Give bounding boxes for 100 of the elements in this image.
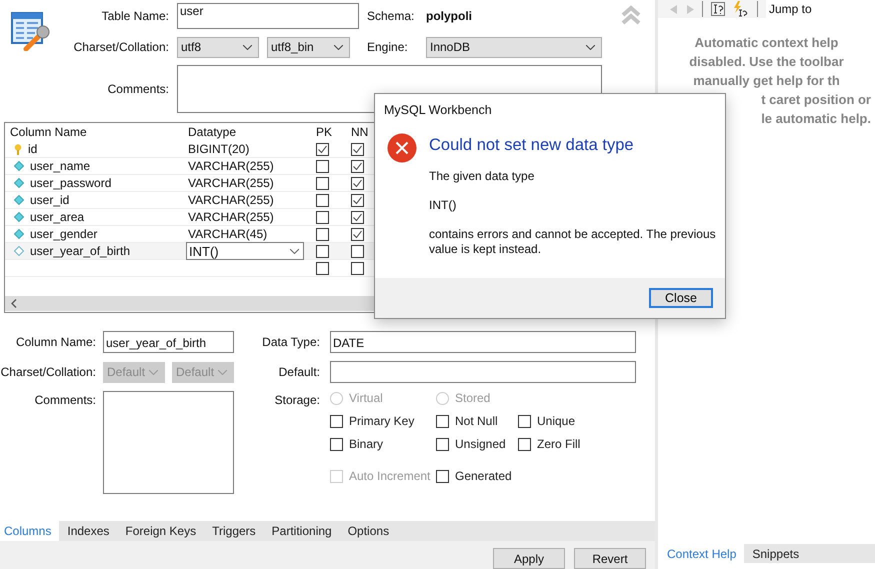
checkbox[interactable] bbox=[316, 176, 329, 190]
tab[interactable]: Foreign Keys bbox=[117, 521, 204, 541]
field-label: Schema: bbox=[367, 9, 416, 23]
checkbox[interactable] bbox=[351, 210, 364, 224]
checkbox[interactable] bbox=[351, 244, 364, 258]
dialog-heading: Could not set new data type bbox=[429, 136, 635, 155]
table-cell: VARCHAR(255) bbox=[188, 159, 274, 174]
schema-name: polypoli bbox=[426, 9, 473, 23]
tab[interactable]: Partitioning bbox=[264, 521, 340, 541]
button[interactable]: Apply bbox=[493, 548, 565, 569]
help-text: t caret position or bbox=[761, 91, 872, 109]
diamond-icon bbox=[14, 178, 24, 188]
field-label: Charset/Collation: bbox=[72, 40, 169, 54]
diamond-icon bbox=[14, 161, 24, 172]
caret-icon bbox=[290, 248, 299, 254]
field-label: Charset/Collation: bbox=[0, 365, 96, 380]
checkbox[interactable]: Unique bbox=[518, 414, 608, 428]
column-header: Column Name bbox=[9, 125, 88, 140]
caret-icon bbox=[218, 370, 227, 375]
checkbox[interactable]: Binary bbox=[330, 437, 436, 452]
collation-dropdown[interactable]: utf8_bin bbox=[267, 36, 350, 58]
checkbox[interactable] bbox=[351, 262, 364, 275]
scroll-left-icon[interactable] bbox=[11, 299, 17, 308]
charset-dropdown[interactable]: utf8 bbox=[177, 36, 259, 58]
field-label: Comments: bbox=[106, 82, 169, 96]
dialog-message: INT() bbox=[429, 198, 458, 213]
checkbox[interactable] bbox=[351, 160, 364, 173]
table-cell: VARCHAR(45) bbox=[188, 227, 268, 242]
table-cell: user_id bbox=[30, 193, 70, 208]
checkbox[interactable]: Not Null bbox=[436, 414, 518, 428]
field-label: Column Name: bbox=[14, 335, 96, 350]
error-icon bbox=[387, 133, 417, 163]
diamond-icon bbox=[14, 195, 24, 206]
help-icon[interactable] bbox=[711, 2, 725, 16]
checkbox[interactable]: Zero Fill bbox=[518, 437, 608, 452]
field-label: Storage: bbox=[274, 393, 320, 408]
caret-icon bbox=[243, 44, 252, 50]
caret-icon bbox=[149, 370, 158, 375]
table-cell: id bbox=[28, 142, 38, 156]
tab[interactable]: Triggers bbox=[204, 521, 264, 541]
checkbox[interactable]: Primary Key bbox=[330, 414, 436, 428]
dialog-title: MySQL Workbench bbox=[384, 103, 493, 117]
column-name-field[interactable]: user_year_of_birth bbox=[103, 331, 234, 354]
help-text: disabled. Use the toolbar bbox=[689, 53, 844, 71]
checkbox[interactable] bbox=[316, 244, 329, 258]
close-button[interactable]: Close bbox=[649, 288, 713, 308]
field-label: Default: bbox=[278, 365, 320, 380]
tab[interactable]: Options bbox=[340, 521, 398, 541]
caret-icon bbox=[334, 44, 343, 50]
help-text: le automatic help. bbox=[761, 110, 872, 128]
field-label: Comments: bbox=[34, 393, 96, 408]
diamond-icon bbox=[14, 212, 24, 222]
table-cell: VARCHAR(255) bbox=[188, 176, 274, 190]
column-header: NN bbox=[350, 125, 370, 140]
checkbox[interactable] bbox=[316, 228, 329, 241]
default-field[interactable] bbox=[330, 361, 636, 384]
table-cell: BIGINT(20) bbox=[188, 142, 250, 156]
table-name-field[interactable]: user bbox=[177, 3, 359, 29]
diamond-icon bbox=[14, 229, 24, 240]
checkbox[interactable] bbox=[316, 194, 329, 207]
field-label: Data Type: bbox=[261, 335, 320, 350]
checkbox[interactable]: Generated bbox=[436, 469, 518, 484]
comments-field[interactable] bbox=[103, 391, 234, 494]
checkbox[interactable] bbox=[316, 262, 329, 275]
caret-icon bbox=[586, 44, 595, 50]
field-label: Table Name: bbox=[100, 9, 169, 23]
data-type-field[interactable]: DATE bbox=[330, 331, 636, 354]
jump-to-field[interactable]: Jump to bbox=[766, 0, 875, 18]
tab[interactable]: Context Help bbox=[663, 544, 744, 563]
button[interactable]: Revert bbox=[574, 548, 646, 569]
checkbox[interactable] bbox=[316, 142, 329, 156]
column-header: Datatype bbox=[187, 125, 238, 140]
table-cell: user_area bbox=[30, 210, 84, 224]
table-cell: user_gender bbox=[30, 227, 98, 242]
diamond-outline-icon bbox=[14, 246, 24, 256]
checkbox[interactable] bbox=[316, 160, 329, 173]
table-cell: user_year_of_birth bbox=[30, 244, 130, 258]
datatype-field[interactable]: INT() bbox=[186, 242, 304, 260]
help-text: manually get help for th bbox=[693, 72, 840, 90]
checkbox[interactable]: Unsigned bbox=[436, 437, 518, 452]
help-text: Automatic context help bbox=[694, 34, 838, 52]
checkbox[interactable] bbox=[351, 194, 364, 207]
checkbox[interactable] bbox=[351, 176, 364, 190]
table-cell: user_password bbox=[30, 176, 112, 190]
field-label: Engine: bbox=[367, 40, 409, 54]
column-header: PK bbox=[315, 125, 334, 140]
key-icon bbox=[14, 144, 22, 155]
table-cell: VARCHAR(255) bbox=[188, 210, 274, 224]
tab[interactable]: Indexes bbox=[59, 521, 118, 541]
table-cell: user_name bbox=[30, 159, 90, 174]
dialog-message: The given data type bbox=[429, 169, 536, 184]
lightning-help-icon[interactable] bbox=[733, 1, 749, 17]
tab[interactable]: Columns bbox=[0, 521, 60, 541]
tab[interactable]: Snippets bbox=[744, 544, 808, 563]
checkbox[interactable] bbox=[351, 228, 364, 241]
table-wrench-icon bbox=[10, 9, 52, 51]
engine-dropdown[interactable]: InnoDB bbox=[426, 36, 602, 58]
checkbox[interactable] bbox=[316, 210, 329, 224]
checkbox[interactable] bbox=[351, 142, 364, 156]
table-cell: VARCHAR(255) bbox=[188, 193, 274, 208]
